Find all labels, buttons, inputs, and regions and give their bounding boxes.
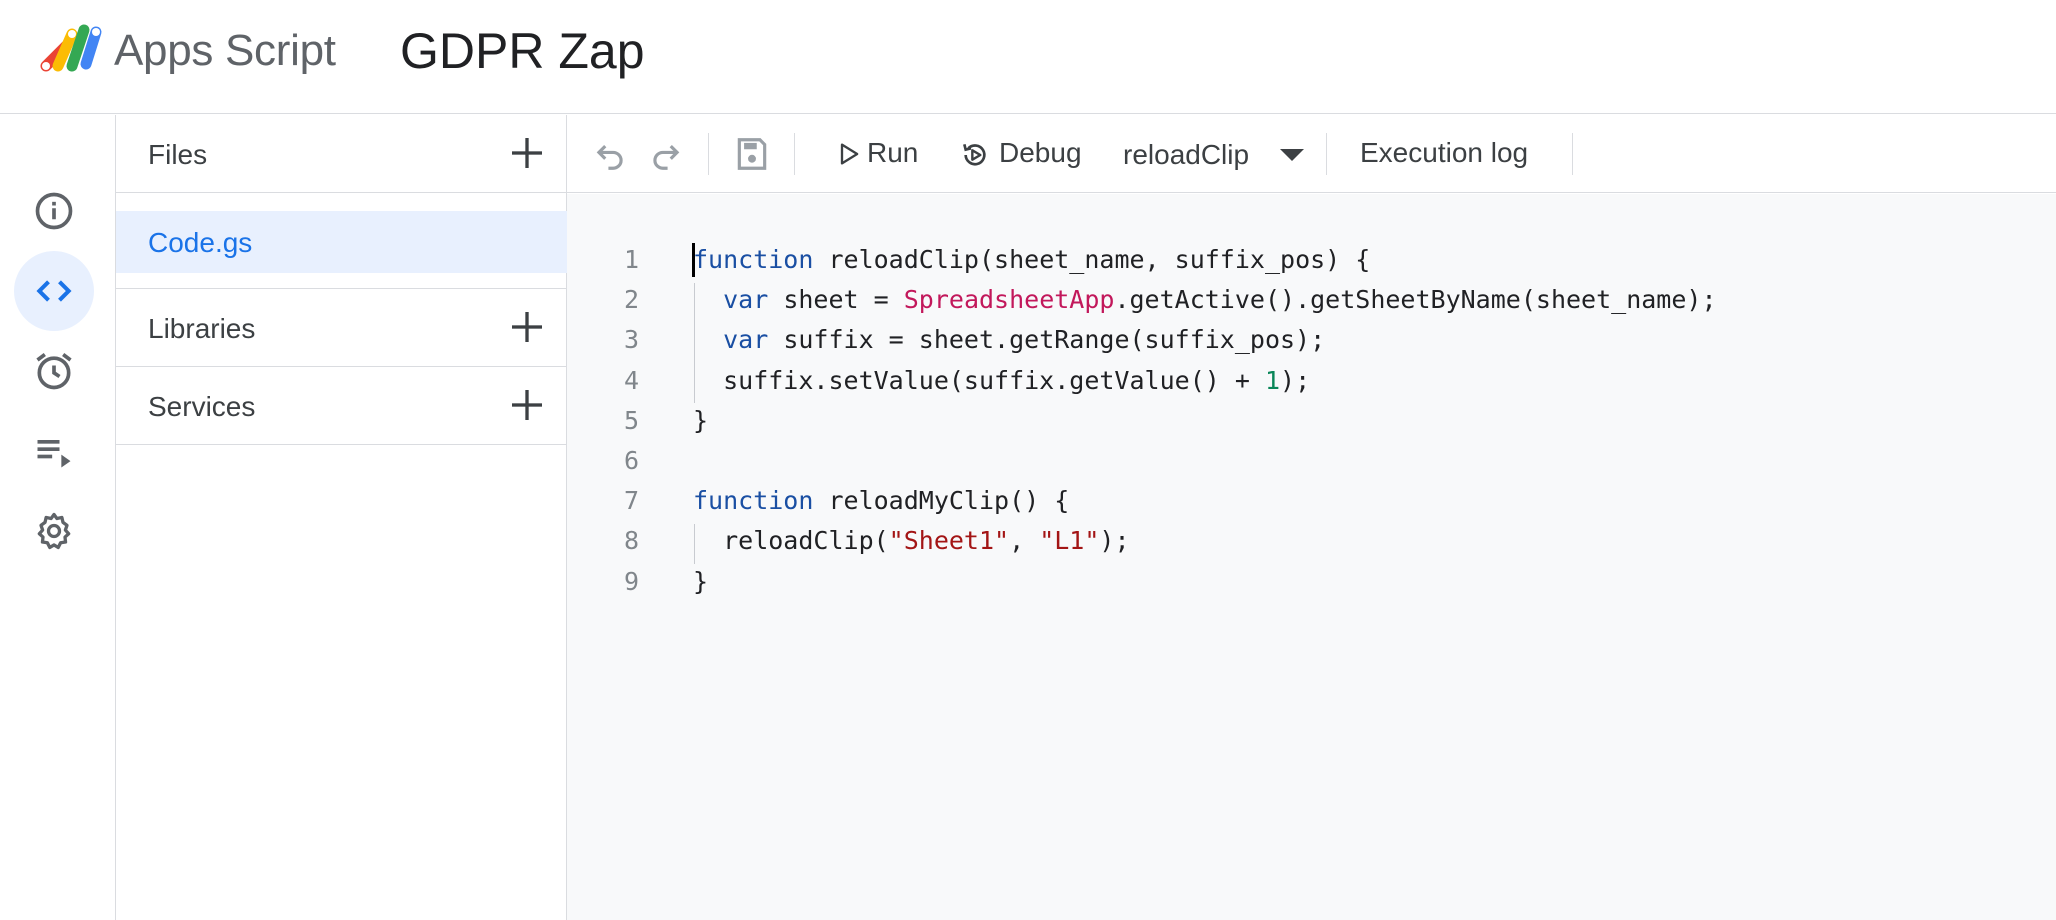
debug-label: Debug (999, 137, 1082, 168)
run-label: Run (867, 137, 919, 168)
code-token: sheet = (768, 285, 904, 315)
services-label: Services (148, 391, 256, 422)
app-name[interactable]: Apps Script (114, 26, 336, 76)
executions-button[interactable] (14, 411, 94, 491)
libraries-label: Libraries (148, 313, 256, 344)
line-number: 6 (623, 446, 639, 475)
code-token: , (1009, 526, 1040, 556)
apps-script-logo-icon[interactable] (36, 20, 104, 76)
line-number: 2 (623, 285, 639, 315)
code-text: var suffix = sheet.getRange(suffix_pos); (693, 320, 1325, 360)
app-header: Apps Script GDPR Zap (0, 0, 2056, 114)
code-line[interactable]: 5} (567, 401, 2056, 441)
files-panel: Files Code.gs Libraries Services (116, 115, 567, 920)
line-number: 3 (623, 325, 639, 355)
code-line[interactable]: 9} (567, 562, 2056, 602)
add-service-plus-icon[interactable] (507, 385, 547, 425)
save-icon[interactable] (733, 135, 771, 173)
info-icon (35, 192, 73, 230)
code-token: .getActive().getSheetByName(sheet_name); (1114, 285, 1717, 315)
code-line[interactable]: 3 var suffix = sheet.getRange(suffix_pos… (567, 320, 2056, 360)
code-token: } (693, 566, 709, 596)
code-token: 1 (1264, 365, 1281, 395)
debug-icon (963, 144, 986, 166)
line-number: 4 (623, 365, 639, 395)
code-token: ); (1280, 365, 1311, 395)
code-line[interactable]: 4 suffix.setValue(suffix.getValue() + 1)… (567, 361, 2056, 401)
code-token: suffix = sheet.getRange(suffix_pos); (768, 325, 1326, 355)
file-item-code-gs[interactable]: Code.gs (116, 211, 567, 273)
line-number: 9 (623, 566, 639, 596)
redo-icon[interactable] (647, 135, 685, 173)
selected-function: reloadClip (1123, 139, 1250, 170)
code-token: var (723, 285, 769, 315)
line-number: 7 (623, 486, 639, 516)
code-token: } (693, 405, 709, 435)
code-editor[interactable]: 1 function reloadClip(sheet_name, suffix_… (567, 194, 2056, 920)
code-text: reloadClip("Sheet1", "L1"); (693, 521, 1130, 561)
files-section-header: Files (116, 115, 567, 193)
line-number: 1 (623, 245, 639, 274)
run-button[interactable]: Run (831, 127, 931, 181)
code-icon (36, 280, 72, 302)
libraries-section-header: Libraries (116, 288, 567, 367)
code-token: "L1" (1039, 526, 1100, 556)
toolbar-divider (794, 133, 795, 175)
code-token: var (723, 325, 769, 355)
code-token: function (693, 486, 814, 516)
add-library-plus-icon[interactable] (507, 307, 547, 347)
code-text: function reloadClip(sheet_name, suffix_p… (693, 240, 1370, 280)
dropdown-arrow-icon (1280, 149, 1304, 161)
triggers-button[interactable] (14, 331, 94, 411)
editor-toolbar: Run Debug reloadClip Execution log (567, 115, 2056, 193)
code-line[interactable]: 8 reloadClip("Sheet1", "L1"); (567, 521, 2056, 561)
toolbar-divider (1572, 133, 1573, 175)
execution-log-button[interactable]: Execution log (1360, 137, 1528, 169)
code-text: function reloadMyClip() { (693, 481, 1069, 521)
code-token: function (693, 245, 814, 274)
overview-button[interactable] (14, 171, 94, 251)
code-token: reloadClip( (693, 526, 889, 556)
executions-icon (37, 440, 71, 468)
code-token: SpreadsheetApp (903, 285, 1115, 315)
services-section-header: Services (116, 367, 567, 445)
function-select-dropdown[interactable]: reloadClip (1123, 127, 1323, 181)
alarm-clock-icon (36, 353, 72, 390)
code-token: suffix.setValue(suffix.getValue() + (693, 365, 1265, 395)
add-file-plus-icon[interactable] (507, 133, 547, 173)
code-line[interactable]: 6 (567, 441, 2056, 481)
toolbar-divider (708, 133, 709, 175)
files-label: Files (148, 139, 208, 170)
gear-icon (37, 512, 71, 550)
text-cursor (692, 243, 695, 277)
line-number: 5 (623, 405, 639, 435)
editor-button[interactable] (14, 251, 94, 331)
code-token: reloadMyClip() { (813, 486, 1070, 516)
line-number: 8 (623, 526, 639, 556)
undo-icon[interactable] (591, 135, 629, 173)
code-text: } (693, 562, 708, 602)
code-text: var sheet = SpreadsheetApp.getActive().g… (693, 280, 1717, 320)
code-token: ); (1099, 526, 1130, 556)
code-line[interactable]: 7 function reloadMyClip() { (567, 481, 2056, 521)
code-token: reloadClip(sheet_name, suffix_pos) { (813, 245, 1371, 274)
code-text: } (693, 401, 708, 441)
project-settings-button[interactable] (14, 491, 94, 571)
project-title[interactable]: GDPR Zap (400, 22, 645, 80)
code-text: suffix.setValue(suffix.getValue() + 1); (693, 361, 1310, 401)
left-nav-rail (0, 115, 116, 920)
file-name: Code.gs (148, 227, 253, 258)
code-token: "Sheet1" (888, 526, 1010, 556)
code-line[interactable]: 2 var sheet = SpreadsheetApp.getActive()… (567, 280, 2056, 320)
debug-button[interactable]: Debug (957, 127, 1091, 181)
play-icon (840, 143, 859, 165)
toolbar-divider (1326, 133, 1327, 175)
code-line[interactable]: 1 function reloadClip(sheet_name, suffix_… (567, 240, 2056, 280)
